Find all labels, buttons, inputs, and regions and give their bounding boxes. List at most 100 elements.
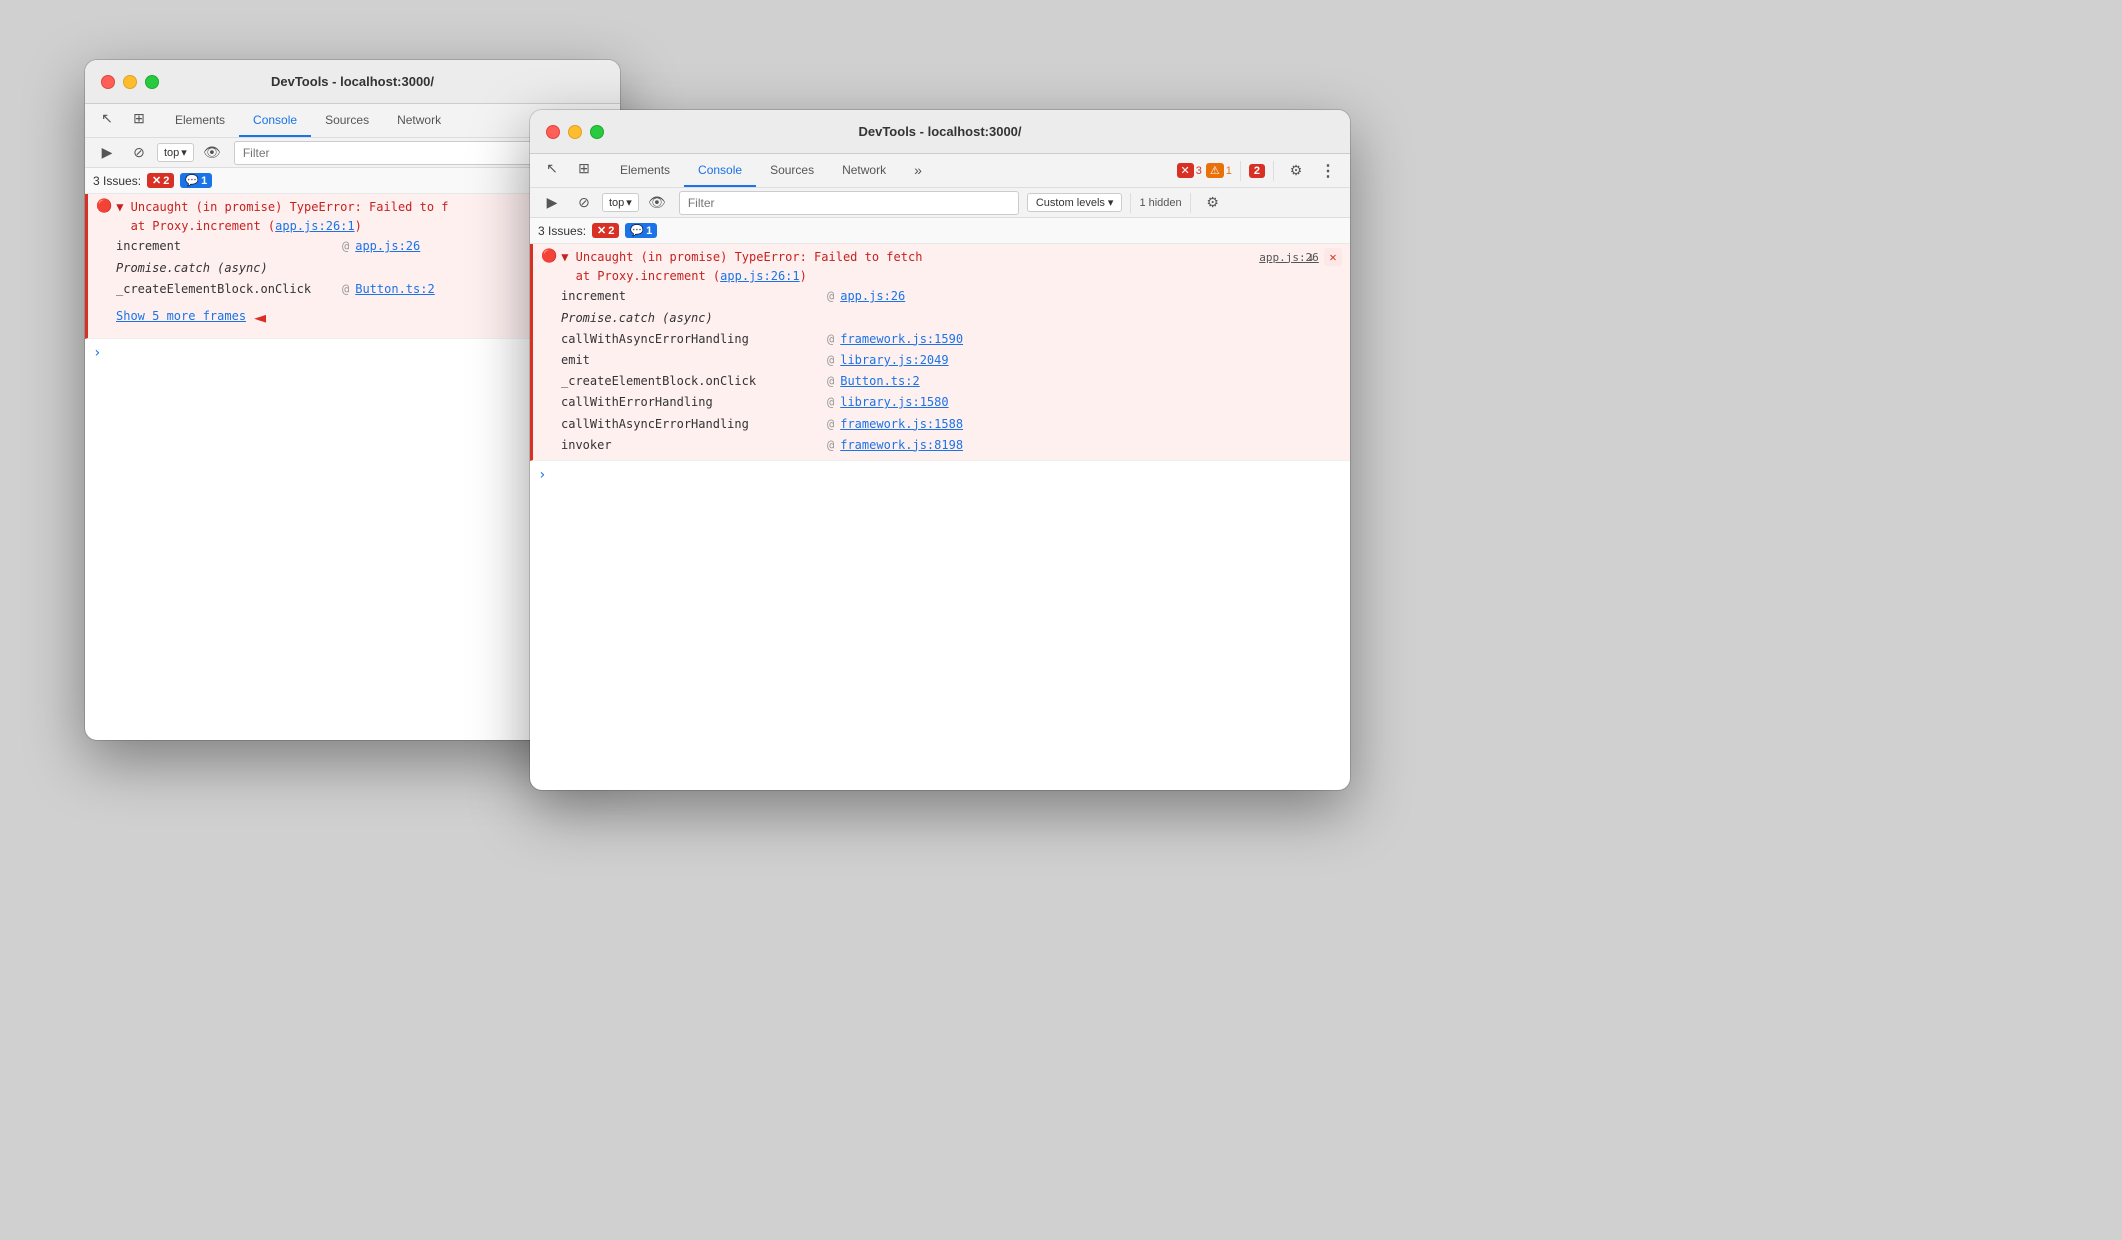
- info-count-badge-2: 2: [1249, 164, 1265, 178]
- close-entry-icon-2[interactable]: ✕: [1324, 248, 1342, 266]
- stack-link-2-5[interactable]: library.js:1580: [840, 393, 948, 412]
- tab-more-2[interactable]: »: [900, 154, 936, 187]
- stack-func-1-0: increment: [116, 237, 336, 256]
- error-x-icon-2: ✕: [1177, 163, 1194, 178]
- tab-elements-2[interactable]: Elements: [606, 154, 684, 187]
- warn-count-badge-2: ⚠ 1: [1206, 163, 1232, 178]
- stack-row-2-7: invoker @ framework.js:8198: [541, 435, 1342, 456]
- layers-icon-2[interactable]: ⊞: [570, 154, 598, 182]
- error-badge-2: ✕ 2: [592, 223, 619, 238]
- gear-btn-2[interactable]: ⚙: [1282, 157, 1310, 185]
- divider-2: [1240, 161, 1241, 181]
- error-link-sub-2[interactable]: app.js:26:1: [720, 269, 799, 283]
- error-icon-badge-2: ✕: [597, 224, 606, 237]
- stack-row-2-4: _createElementBlock.onClick @ Button.ts:…: [541, 371, 1342, 392]
- stack-link-2-3[interactable]: library.js:2049: [840, 351, 948, 370]
- devtools-window-2: DevTools - localhost:3000/ ↖ ⊞ Elements …: [530, 110, 1350, 790]
- console-toolbar-2: ▶ ⊘ top ▾ 👁 Custom levels ▾ 1 hidden ⚙: [530, 188, 1350, 218]
- more-btn-2[interactable]: ⋮: [1314, 157, 1342, 185]
- close-button-1[interactable]: [101, 75, 115, 89]
- error-icon-badge-1: ✕: [152, 174, 161, 187]
- top-dropdown-2[interactable]: top ▾: [602, 193, 639, 212]
- stack-link-2-7[interactable]: framework.js:8198: [840, 436, 963, 455]
- window-title-1: DevTools - localhost:3000/: [271, 74, 434, 89]
- toolbar-right-2: ✕ 3 ⚠ 1 2 ⚙ ⋮: [1177, 154, 1342, 187]
- stack-row-2-2: callWithAsyncErrorHandling @ framework.j…: [541, 329, 1342, 350]
- error-entry-2: 🔴 ▼ Uncaught (in promise) TypeError: Fai…: [530, 244, 1350, 461]
- chevron-down-icon-1: ▾: [181, 146, 187, 159]
- show-more-link-1[interactable]: Show 5 more frames: [116, 307, 246, 326]
- close-button-2[interactable]: [546, 125, 560, 139]
- tab-network-2[interactable]: Network: [828, 154, 900, 187]
- error-circle-icon-1: 🔴: [96, 199, 112, 214]
- minimize-button-2[interactable]: [568, 125, 582, 139]
- minimize-button-1[interactable]: [123, 75, 137, 89]
- divider3-2: [1130, 193, 1131, 213]
- cursor-icon-2[interactable]: ↖: [538, 154, 566, 182]
- tab-sources-2[interactable]: Sources: [756, 154, 828, 187]
- stack-row-2-0: increment @ app.js:26: [541, 286, 1342, 307]
- divider4-2: [1190, 193, 1191, 213]
- block-btn-1[interactable]: ⊘: [125, 139, 153, 167]
- tab-bar-2: ↖ ⊞ Elements Console Sources Network » ✕…: [530, 154, 1350, 188]
- stack-link-2-2[interactable]: framework.js:1590: [840, 330, 963, 349]
- tab-console-1[interactable]: Console: [239, 104, 311, 137]
- title-bar-1: DevTools - localhost:3000/: [85, 60, 620, 104]
- stack-func-2-7: invoker: [561, 436, 821, 455]
- stack-row-2-6: callWithAsyncErrorHandling @ framework.j…: [541, 414, 1342, 435]
- stack-func-2-5: callWithErrorHandling: [561, 393, 821, 412]
- error-count-badge-2: ✕ 3: [1177, 163, 1202, 178]
- custom-levels-btn-2[interactable]: Custom levels ▾: [1027, 193, 1123, 212]
- issues-label-1: 3 Issues:: [93, 174, 141, 188]
- stack-row-2-5: callWithErrorHandling @ library.js:1580: [541, 392, 1342, 413]
- block-btn-2[interactable]: ⊘: [570, 189, 598, 217]
- settings-btn-2[interactable]: ⚙: [1199, 189, 1227, 217]
- hidden-count-2: 1 hidden: [1139, 197, 1181, 209]
- red-arrow-icon: ◄: [254, 301, 266, 333]
- info-badge-1: 💬 1: [180, 173, 212, 188]
- stack-func-1-2: _createElementBlock.onClick: [116, 280, 336, 299]
- prompt-chevron-2: ›: [538, 467, 546, 483]
- eye-btn-1[interactable]: 👁: [198, 139, 226, 167]
- stack-link-2-6[interactable]: framework.js:1588: [840, 415, 963, 434]
- maximize-button-1[interactable]: [145, 75, 159, 89]
- tab-network-1[interactable]: Network: [383, 104, 455, 137]
- info-badge-2: 💬 1: [625, 223, 657, 238]
- maximize-button-2[interactable]: [590, 125, 604, 139]
- download-icon-2[interactable]: ↓: [1302, 248, 1320, 266]
- stack-link-2-4[interactable]: Button.ts:2: [840, 372, 919, 391]
- stack-link-2-0[interactable]: app.js:26: [840, 287, 905, 306]
- stack-row-2-3: emit @ library.js:2049: [541, 350, 1342, 371]
- tab-elements-1[interactable]: Elements: [161, 104, 239, 137]
- error-message-sub-2: at Proxy.increment (app.js:26:1): [561, 267, 922, 286]
- tab-console-2[interactable]: Console: [684, 154, 756, 187]
- eye-btn-2[interactable]: 👁: [643, 189, 671, 217]
- warn-triangle-icon-2: ⚠: [1206, 163, 1224, 178]
- top-label-1: top: [164, 147, 179, 159]
- top-dropdown-1[interactable]: top ▾: [157, 143, 194, 162]
- tab-sources-1[interactable]: Sources: [311, 104, 383, 137]
- error-message-sub-1: at Proxy.increment (app.js:26:1): [116, 217, 448, 236]
- error-link-sub-1[interactable]: app.js:26:1: [275, 219, 354, 233]
- prompt-chevron-1: ›: [93, 345, 101, 361]
- error-message-main-2: ▼ Uncaught (in promise) TypeError: Faile…: [561, 248, 922, 267]
- error-badge-1: ✕ 2: [147, 173, 174, 188]
- play-btn-2[interactable]: ▶: [538, 189, 566, 217]
- window-title-2: DevTools - localhost:3000/: [858, 124, 1021, 139]
- entry-actions-2: app.js:26 ↓ ✕: [1280, 248, 1342, 266]
- stack-row-2-1: Promise.catch (async): [541, 308, 1342, 329]
- stack-func-1-1: Promise.catch (async): [116, 259, 336, 278]
- entry-file-link-2[interactable]: app.js:26: [1280, 248, 1298, 266]
- filter-input-2[interactable]: [679, 191, 1019, 215]
- chevron-down-icon-2: ▾: [626, 196, 632, 209]
- cursor-icon-1[interactable]: ↖: [93, 104, 121, 132]
- traffic-lights-2: [546, 125, 604, 139]
- traffic-lights-1: [101, 75, 159, 89]
- stack-link-1-0[interactable]: app.js:26: [355, 237, 420, 256]
- chevron-custom-icon: ▾: [1108, 196, 1114, 209]
- error-message-main-1: ▼ Uncaught (in promise) TypeError: Faile…: [116, 198, 448, 217]
- play-btn-1[interactable]: ▶: [93, 139, 121, 167]
- console-prompt-2[interactable]: ›: [530, 461, 1350, 489]
- stack-link-1-2[interactable]: Button.ts:2: [355, 280, 434, 299]
- layers-icon-1[interactable]: ⊞: [125, 104, 153, 132]
